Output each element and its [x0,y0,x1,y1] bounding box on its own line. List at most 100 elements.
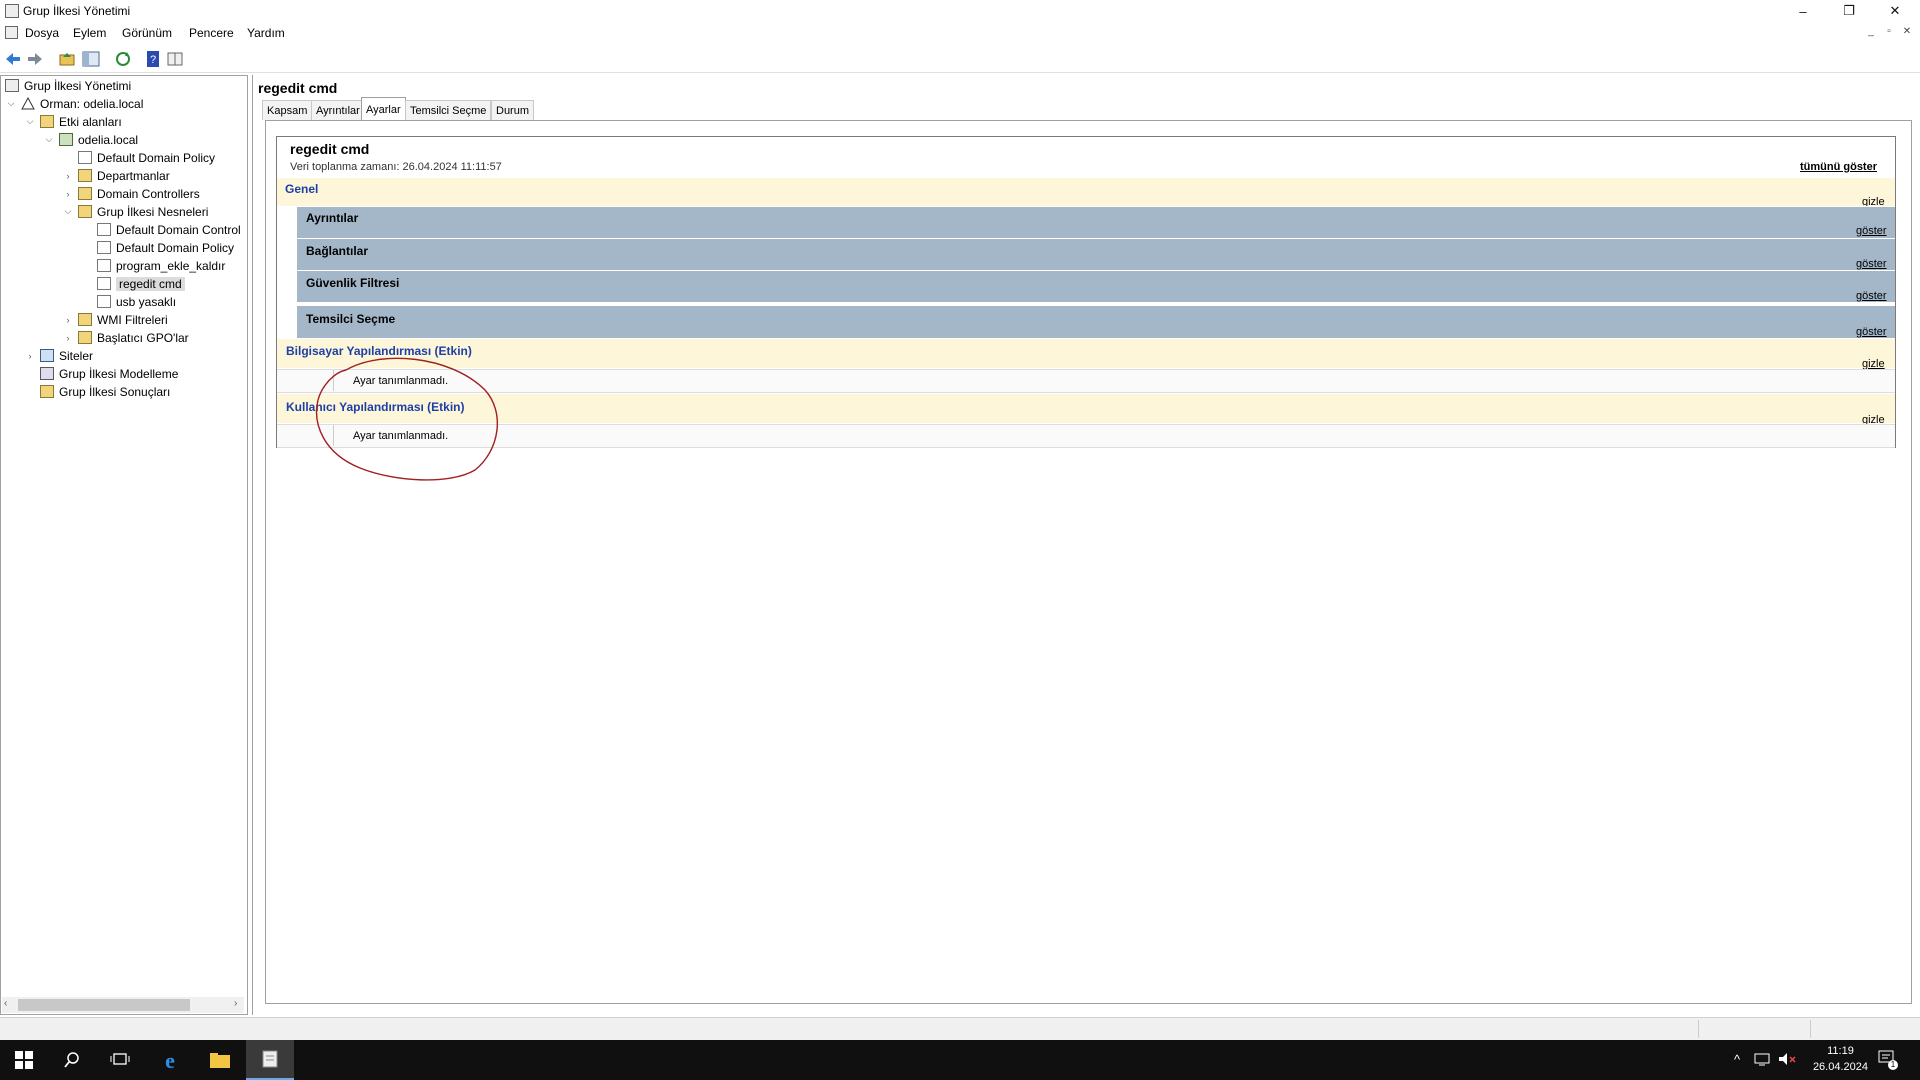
tab-temsilci-secme[interactable]: Temsilci Seçme [405,100,492,120]
internet-explorer-button[interactable]: e [146,1040,194,1080]
forward-arrow-icon[interactable] [26,50,44,68]
tab-ayrintilar[interactable]: Ayrıntılar [311,100,365,120]
guvenlik-filtresi-show-link[interactable]: göster [1856,290,1887,302]
tree-node-gpo-usb-yasakli[interactable]: usb yasaklı [81,293,176,310]
tree-node-domains[interactable]: ⌵ Etki alanları [24,113,122,130]
properties-pane-icon[interactable] [166,50,184,68]
gpo-link-icon [78,151,92,164]
status-bar [0,1017,1920,1040]
report-title: regedit cmd [290,141,370,157]
tree-scroll-thumb[interactable] [18,999,190,1011]
section-genel-title: Genel [285,182,319,196]
chevron-right-icon[interactable]: › [24,351,36,361]
section-genel [277,178,1895,206]
scroll-left-icon[interactable]: ‹ [4,998,7,1009]
chevron-right-icon[interactable]: › [62,333,74,343]
help-icon[interactable]: ? [144,50,162,68]
results-icon [40,385,54,398]
menu-gorunum[interactable]: Görünüm [122,26,172,40]
file-explorer-button[interactable] [196,1040,244,1080]
clock[interactable]: 11:19 26.04.2024 [1813,1043,1868,1075]
tree-node-gpo-program-ekle-kaldir[interactable]: program_ekle_kaldır [81,257,225,274]
mdi-restore-button[interactable]: ▫ [1882,26,1896,37]
menu-yardim[interactable]: Yardım [247,26,285,40]
tree-node-domain[interactable]: ⌵ odelia.local [43,131,138,148]
gpmc-icon [262,1050,278,1068]
mdi-close-button[interactable]: ✕ [1900,26,1914,37]
sites-icon [40,349,54,362]
menu-eylem[interactable]: Eylem [73,26,106,40]
tree-node-gpo-container[interactable]: ⌵ Grup İlkesi Nesneleri [62,203,209,220]
menu-dosya[interactable]: Dosya [25,26,59,40]
chevron-right-icon[interactable]: › [62,189,74,199]
temsilci-secme-show-link[interactable]: göster [1856,326,1887,338]
app-icon [5,4,19,18]
baglantilar-show-link[interactable]: göster [1856,258,1887,270]
starter-gpo-folder-icon [78,331,92,344]
chevron-down-icon[interactable]: ⌵ [24,116,36,127]
tree-node-gpo-default-domain-control[interactable]: Default Domain Control [81,221,241,238]
close-button[interactable]: ✕ [1872,0,1918,22]
gpmc-taskbar-button[interactable] [246,1040,294,1080]
search-button[interactable] [48,1040,96,1080]
volume-muted-icon[interactable] [1778,1052,1796,1066]
show-all-link[interactable]: tümünü göster [1800,161,1877,173]
action-center-button[interactable]: 1 [1878,1050,1898,1070]
tree-node-root[interactable]: Grup İlkesi Yönetimi [5,77,131,94]
svg-text:e: e [165,1048,175,1072]
subsection-guvenlik-filtresi-title: Güvenlik Filtresi [306,276,400,290]
subsection-guvenlik-filtresi [297,270,1895,302]
tree-node-domain-controllers[interactable]: › Domain Controllers [62,185,200,202]
mmc-icon [5,26,18,39]
subsection-baglantilar [297,238,1895,270]
ayrintilar-show-link[interactable]: göster [1856,225,1887,237]
tree-node-default-domain-policy-link[interactable]: Default Domain Policy [62,149,215,166]
chevron-right-icon[interactable]: › [62,171,74,181]
gpo-icon [97,241,111,254]
tab-kapsam[interactable]: Kapsam [262,100,313,120]
back-arrow-icon[interactable] [4,50,22,68]
gpo-icon [97,277,111,290]
subsection-baglantilar-title: Bağlantılar [306,244,369,258]
tree-node-gp-results[interactable]: Grup İlkesi Sonuçları [24,383,170,400]
title-bar: Grup İlkesi Yönetimi – ❐ ✕ [0,0,1920,22]
gpo-title: regedit cmd [258,80,338,96]
chevron-down-icon[interactable]: ⌵ [5,98,17,109]
gpo-icon [97,223,111,236]
chevron-down-icon[interactable]: ⌵ [43,134,55,145]
tree-node-wmi-filters[interactable]: › WMI Filtreleri [62,311,168,328]
task-view-button[interactable] [96,1040,144,1080]
wmi-folder-icon [78,313,92,326]
domain-icon [59,133,73,146]
folder-icon [210,1053,230,1068]
search-icon [64,1052,79,1068]
mdi-minimize-button[interactable]: _ [1864,26,1878,37]
chevron-right-icon[interactable]: › [62,315,74,325]
tab-ayarlar[interactable]: Ayarlar [361,97,406,121]
up-folder-icon[interactable] [58,50,76,68]
svg-text:?: ? [150,54,156,66]
chevron-up-icon[interactable]: ^ [1734,1052,1740,1067]
section-computer-config [277,339,1895,368]
scroll-right-icon[interactable]: › [234,998,237,1009]
refresh-icon[interactable] [114,50,132,68]
tree-node-gpo-regedit-cmd[interactable]: regedit cmd [81,275,185,292]
tree-node-sites[interactable]: › Siteler [24,347,94,364]
network-icon[interactable] [1754,1052,1770,1066]
restore-button[interactable]: ❐ [1826,0,1872,22]
show-hide-tree-icon[interactable] [82,50,100,68]
forest-icon [21,97,35,110]
toolbar: ? [0,46,1920,73]
computer-config-row [277,369,1895,393]
tree-node-starter-gpos[interactable]: › Başlatıcı GPO'lar [62,329,189,346]
modeling-icon [40,367,54,380]
chevron-down-icon[interactable]: ⌵ [62,206,74,217]
start-button[interactable] [0,1040,48,1080]
tree-node-departmanlar[interactable]: › Departmanlar [62,167,170,184]
tab-durum[interactable]: Durum [491,100,535,120]
minimize-button[interactable]: – [1780,0,1826,22]
tree-node-gpo-default-domain-policy[interactable]: Default Domain Policy [81,239,234,256]
tree-node-gp-modeling[interactable]: Grup İlkesi Modelleme [24,365,178,382]
menu-pencere[interactable]: Pencere [189,26,234,40]
tree-node-forest[interactable]: ⌵ Orman: odelia.local [5,95,144,112]
